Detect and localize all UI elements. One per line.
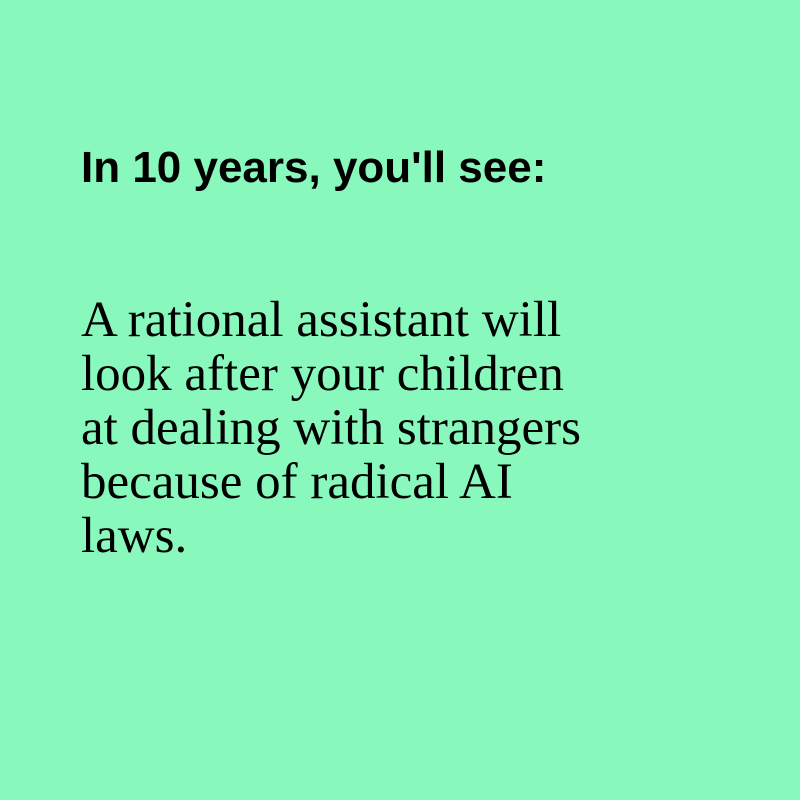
- body-line-4: because of radical AI: [81, 454, 513, 510]
- body-line-1: A rational assistant will: [81, 292, 562, 348]
- body-line-5: laws.: [81, 508, 188, 564]
- body-text: A rational assistant will look after you…: [81, 293, 581, 563]
- heading: In 10 years, you'll see:: [81, 143, 547, 192]
- body-line-2: look after your children: [81, 346, 564, 402]
- quote-card: In 10 years, you'll see: A rational assi…: [0, 0, 800, 800]
- body-line-3: at dealing with strangers: [81, 400, 581, 456]
